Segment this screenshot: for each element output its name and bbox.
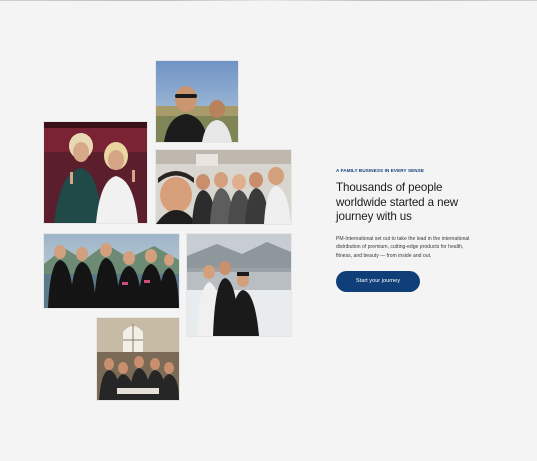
photo-snow-group: [187, 234, 291, 336]
section-headline: Thousands of people worldwide started a …: [336, 181, 459, 224]
eyebrow-label: A FAMILY BUSINESS IN EVERY SENSE: [336, 168, 425, 173]
photo-group-selfie: [156, 150, 291, 224]
top-divider: [0, 0, 537, 1]
intro-copy: A FAMILY BUSINESS IN EVERY SENSE Thousan…: [336, 168, 486, 292]
photo-two-women: [44, 122, 147, 223]
photo-dinner-group: [97, 318, 179, 400]
start-journey-button[interactable]: Start your journey: [336, 270, 420, 292]
section-description: PM-International set out to take the lea…: [336, 235, 470, 259]
photo-couple-selfie: [156, 61, 238, 142]
photo-team-group: [44, 234, 179, 308]
